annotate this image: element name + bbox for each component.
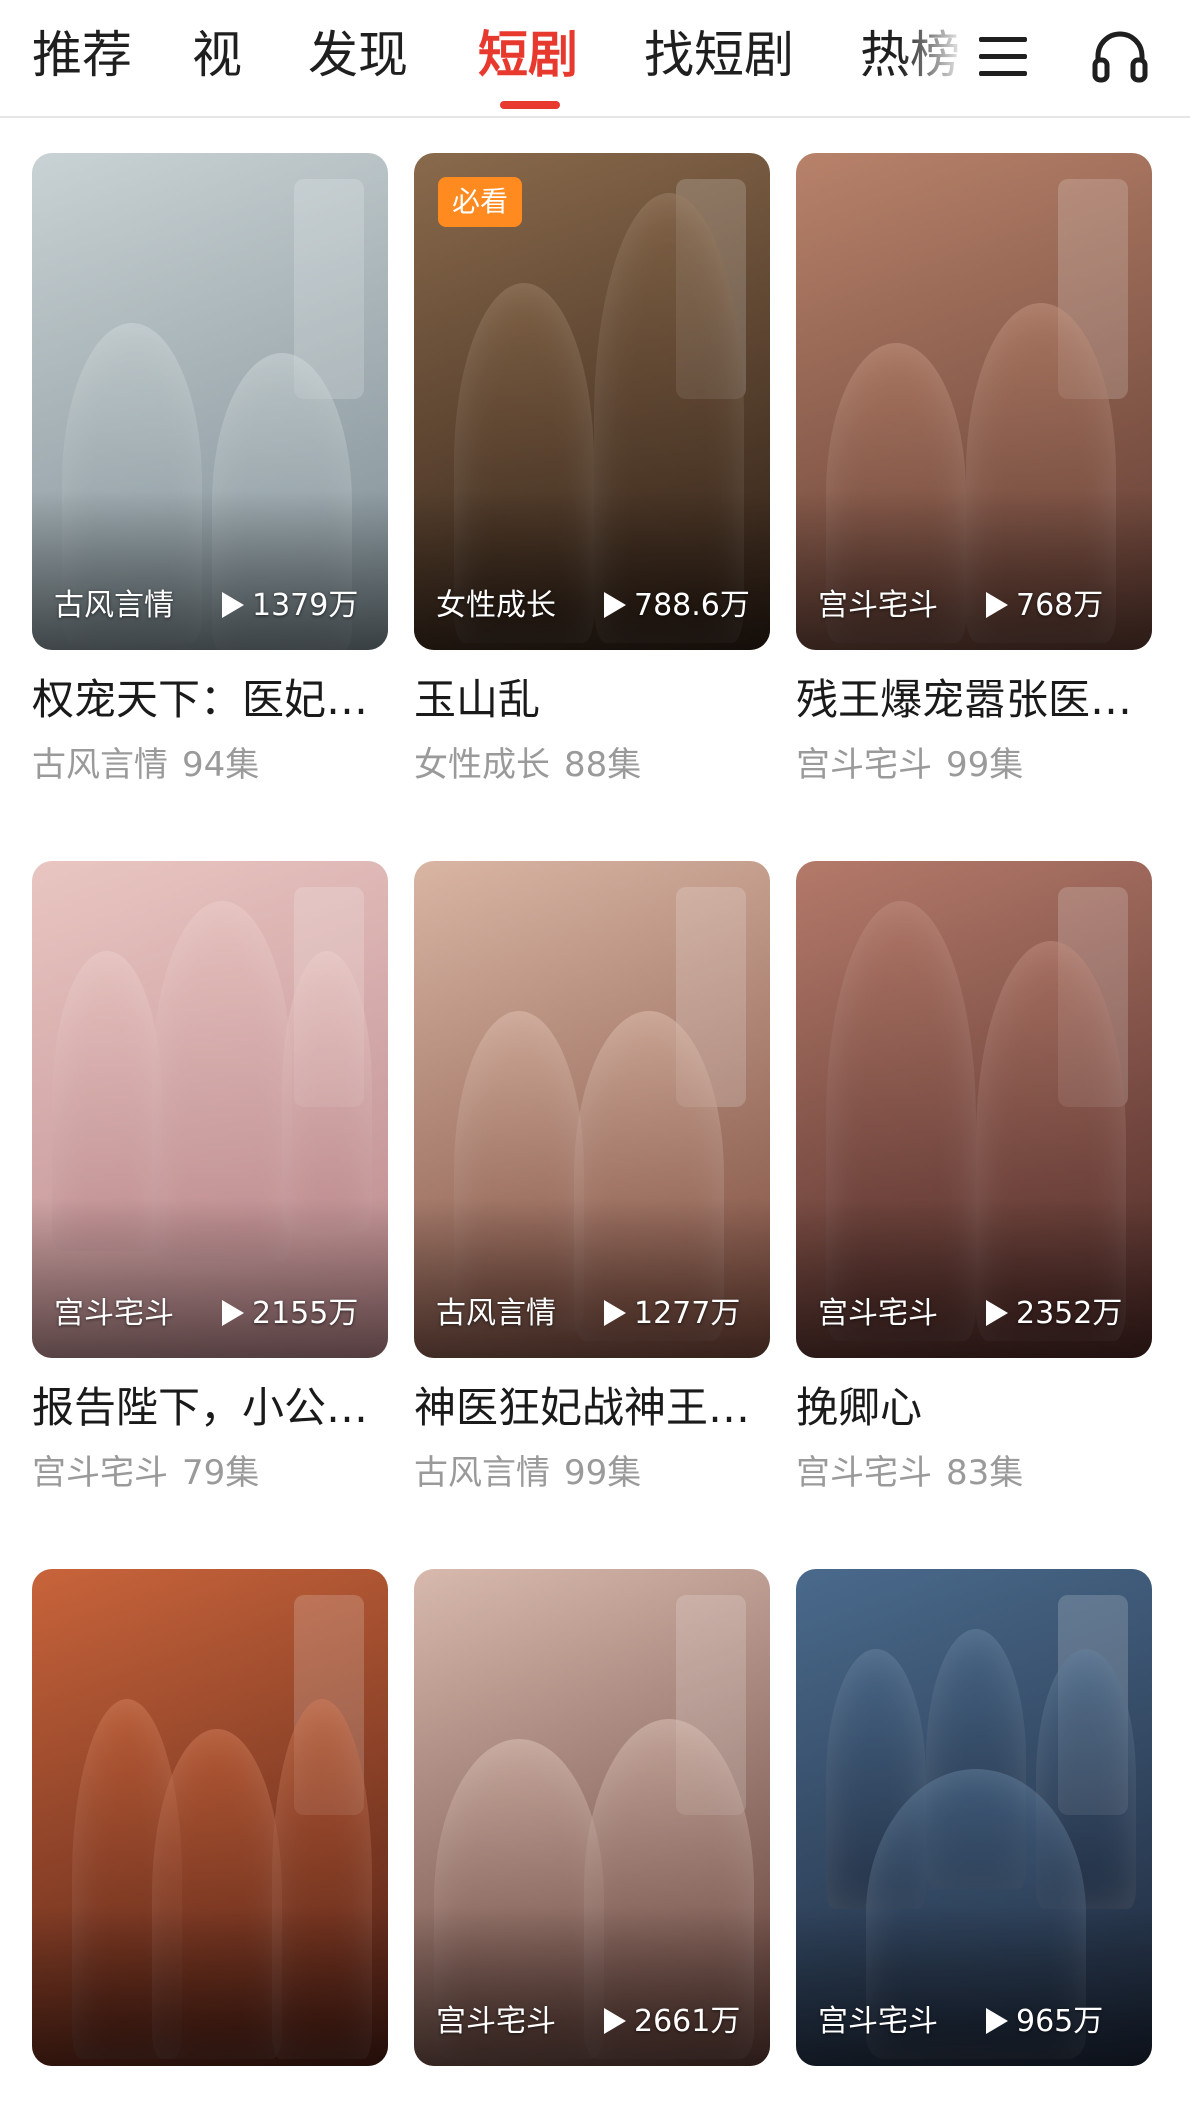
poster-genre-label: 古风言情 — [54, 588, 174, 623]
drama-genre: 女性成长 — [414, 745, 550, 785]
poster-image[interactable]: 古风言情 1379万 — [32, 153, 388, 650]
poster-genre-label: 宫斗宅斗 — [818, 588, 938, 623]
drama-meta: 宫斗宅斗 83集 — [796, 1450, 1152, 1496]
drama-card[interactable]: 宫斗宅斗 768万 残王爆宠嚣张医… 宫斗宅斗 99集 — [796, 153, 1152, 788]
poster-genre-label: 宫斗宅斗 — [818, 2004, 938, 2039]
play-count-value: 2661万 — [634, 2004, 741, 2039]
drama-meta: 宫斗宅斗 99集 — [796, 742, 1152, 788]
drama-genre: 宫斗宅斗 — [796, 745, 932, 785]
drama-title[interactable]: 玉山乱 — [414, 672, 770, 728]
play-count: 2155万 — [222, 1294, 358, 1334]
drama-meta: 古风言情 99集 — [414, 1450, 770, 1496]
poster-image[interactable]: 古风言情 1277万 — [414, 861, 770, 1358]
poster-genre-label: 宫斗宅斗 — [818, 1296, 938, 1331]
play-icon — [986, 591, 1008, 618]
drama-title[interactable]: 权宠天下：医妃… — [32, 672, 388, 728]
episode-count: 83集 — [946, 1453, 1024, 1493]
drama-grid: 古风言情 1379万 权宠天下：医妃… 古风言情 94集 必看 女性成长 788.… — [0, 0, 1190, 2101]
play-count: 1379万 — [222, 586, 358, 626]
drama-card[interactable]: 宫斗宅斗 965万 — [796, 1569, 1152, 2066]
drama-meta: 女性成长 88集 — [414, 742, 770, 788]
poster-genre-label: 女性成长 — [436, 588, 556, 623]
play-icon — [986, 2007, 1008, 2034]
poster-image[interactable]: 宫斗宅斗 2661万 — [414, 1569, 770, 2066]
poster-genre-label: 宫斗宅斗 — [54, 1296, 174, 1331]
play-count-value: 965万 — [1016, 2004, 1104, 2039]
drama-card[interactable]: 古风言情 1277万 神医狂妃战神王… 古风言情 99集 — [414, 861, 770, 1496]
drama-card[interactable]: 必看 女性成长 788.6万 玉山乱 女性成长 88集 — [414, 153, 770, 788]
poster-image[interactable]: 宫斗宅斗 965万 — [796, 1569, 1152, 2066]
play-count: 1277万 — [604, 1294, 740, 1334]
play-count: 2352万 — [986, 1294, 1122, 1334]
play-count-value: 788.6万 — [634, 588, 750, 623]
poster-image[interactable]: 宫斗宅斗 2352万 — [796, 861, 1152, 1358]
poster-genre-label: 古风言情 — [436, 1296, 556, 1331]
play-icon — [604, 2007, 626, 2034]
poster-image[interactable] — [32, 1569, 388, 2066]
drama-genre: 宫斗宅斗 — [796, 1453, 932, 1493]
drama-title[interactable]: 神医狂妃战神王… — [414, 1380, 770, 1436]
drama-card[interactable] — [32, 1569, 388, 2066]
play-icon — [222, 591, 244, 618]
play-count: 768万 — [986, 586, 1103, 626]
drama-card[interactable]: 宫斗宅斗 2661万 — [414, 1569, 770, 2066]
drama-genre: 宫斗宅斗 — [32, 1453, 168, 1493]
drama-card[interactable]: 古风言情 1379万 权宠天下：医妃… 古风言情 94集 — [32, 153, 388, 788]
drama-card[interactable]: 宫斗宅斗 2155万 报告陛下，小公… 宫斗宅斗 79集 — [32, 861, 388, 1496]
poster-genre-label: 宫斗宅斗 — [436, 2004, 556, 2039]
drama-genre: 古风言情 — [414, 1453, 550, 1493]
play-count-value: 2352万 — [1016, 1296, 1123, 1331]
play-count-value: 768万 — [1016, 588, 1104, 623]
play-count-value: 1277万 — [634, 1296, 741, 1331]
drama-meta: 宫斗宅斗 79集 — [32, 1450, 388, 1496]
episode-count: 94集 — [182, 745, 260, 785]
play-icon — [604, 591, 626, 618]
poster-image[interactable]: 宫斗宅斗 768万 — [796, 153, 1152, 650]
drama-title[interactable]: 报告陛下，小公… — [32, 1380, 388, 1436]
drama-card[interactable]: 宫斗宅斗 2352万 挽卿心 宫斗宅斗 83集 — [796, 861, 1152, 1496]
play-count: 2661万 — [604, 2002, 740, 2042]
play-count-value: 1379万 — [252, 588, 359, 623]
play-icon — [986, 1299, 1008, 1326]
poster-image[interactable]: 宫斗宅斗 2155万 — [32, 861, 388, 1358]
drama-genre: 古风言情 — [32, 745, 168, 785]
episode-count: 99集 — [564, 1453, 642, 1493]
drama-title[interactable]: 挽卿心 — [796, 1380, 1152, 1436]
episode-count: 79集 — [182, 1453, 260, 1493]
drama-title[interactable]: 残王爆宠嚣张医… — [796, 672, 1152, 728]
drama-meta: 古风言情 94集 — [32, 742, 388, 788]
must-watch-badge: 必看 — [438, 177, 523, 227]
play-count: 965万 — [986, 2002, 1103, 2042]
episode-count: 88集 — [564, 745, 642, 785]
episode-count: 99集 — [946, 745, 1024, 785]
play-icon — [222, 1299, 244, 1326]
poster-image[interactable]: 必看 女性成长 788.6万 — [414, 153, 770, 650]
play-count-value: 2155万 — [252, 1296, 359, 1331]
play-icon — [604, 1299, 626, 1326]
play-count: 788.6万 — [604, 586, 750, 626]
